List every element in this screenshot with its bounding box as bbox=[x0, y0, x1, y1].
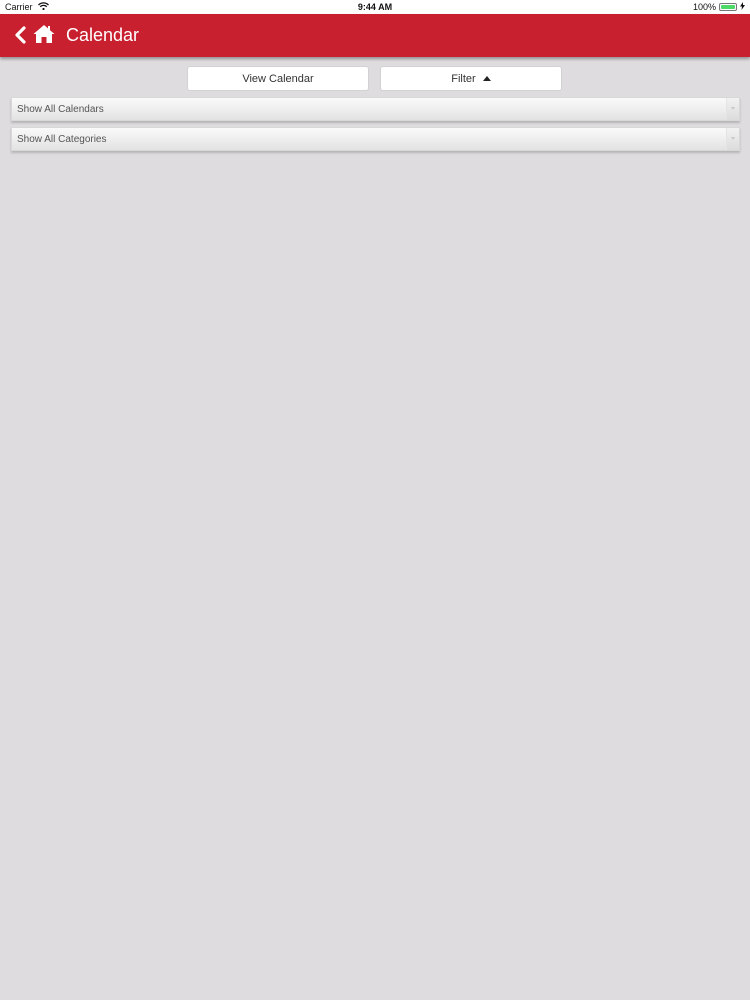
battery-fill bbox=[721, 5, 735, 9]
view-calendar-label: View Calendar bbox=[242, 72, 314, 85]
header-bar: Calendar bbox=[0, 14, 750, 57]
dropdown-arrow-icon bbox=[726, 128, 739, 150]
status-time: 9:44 AM bbox=[357, 2, 393, 12]
view-calendar-button[interactable]: View Calendar bbox=[187, 66, 369, 91]
calendars-select-value: Show All Calendars bbox=[17, 104, 104, 115]
status-bar: Carrier 9:44 AM 100% bbox=[0, 0, 750, 14]
view-toggle: View Calendar Filter bbox=[187, 66, 562, 91]
page-title: Calendar bbox=[66, 25, 140, 45]
home-icon bbox=[33, 25, 55, 43]
battery-icon bbox=[719, 3, 737, 11]
home-button[interactable] bbox=[33, 24, 55, 44]
back-button[interactable] bbox=[13, 25, 29, 45]
dropdown-arrow-icon bbox=[726, 98, 739, 120]
filter-button[interactable]: Filter bbox=[380, 66, 562, 91]
calendars-select[interactable]: Show All Calendars bbox=[11, 97, 740, 121]
caret-up-icon bbox=[482, 75, 491, 81]
filter-label: Filter bbox=[451, 72, 476, 85]
battery-percent: 100% bbox=[692, 2, 716, 12]
status-right: 100% bbox=[693, 2, 745, 12]
chevron-left-icon bbox=[15, 26, 26, 44]
categories-select-value: Show All Categories bbox=[17, 134, 107, 145]
charging-icon bbox=[740, 2, 745, 12]
categories-select[interactable]: Show All Categories bbox=[11, 127, 740, 151]
